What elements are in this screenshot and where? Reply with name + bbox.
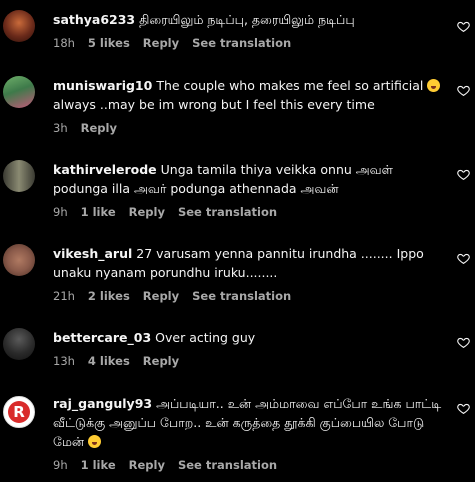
comment-content: திரையிலும் நடிப்பு, தரையிலும் நடிப்பு [139, 12, 355, 27]
comment-item: sathya6233 திரையிலும் நடிப்பு, தரையிலும் … [0, 0, 475, 60]
avatar[interactable] [3, 160, 35, 192]
comment-time: 9h [53, 205, 68, 219]
comment-time: 18h [53, 36, 75, 50]
like-count[interactable]: 5 likes [88, 36, 130, 50]
comment-username[interactable]: sathya6233 [53, 12, 135, 27]
reply-button[interactable]: Reply [129, 458, 165, 472]
comment-item: bettercare_03 Over acting guy 13h 4 likes R… [0, 324, 475, 380]
comment-item: kathirvelerode Unga tamila thiya veikka o… [0, 156, 475, 228]
comment-username[interactable]: kathirvelerode [53, 162, 157, 177]
comment-meta: 18h 5 likes Reply See translation [53, 36, 448, 50]
comment-time: 3h [53, 121, 68, 135]
comment-meta: 9h 1 like Reply See translation [53, 205, 448, 219]
comment-username[interactable]: vikesh_arul [53, 246, 132, 261]
comment-text: raj_ganguly93 அப்படியா.. உன் அம்மாவை எப்ப… [53, 394, 448, 451]
comment-time: 13h [53, 354, 75, 368]
comment-text: sathya6233 திரையிலும் நடிப்பு, தரையிலும் … [53, 10, 448, 29]
comment-username[interactable]: muniswarig10 [53, 78, 152, 93]
heart-outline-icon[interactable] [457, 168, 470, 181]
comment-time: 9h [53, 458, 68, 472]
comment-content: Over acting guy [155, 330, 256, 345]
comment-item: vikesh_arul 27 varusam yenna pannitu irun… [0, 240, 475, 312]
comment-username[interactable]: raj_ganguly93 [53, 396, 152, 411]
reply-button[interactable]: Reply [143, 354, 179, 368]
heart-outline-icon[interactable] [457, 20, 470, 33]
comment-text: bettercare_03 Over acting guy [53, 328, 448, 347]
comment-meta: 13h 4 likes Reply [53, 354, 448, 368]
comment-meta: 3h Reply [53, 121, 448, 135]
reply-button[interactable]: Reply [143, 289, 179, 303]
reply-button[interactable]: Reply [129, 205, 165, 219]
avatar[interactable] [3, 244, 35, 276]
avatar-letter: R [8, 401, 30, 423]
comment-body: muniswarig10 The couple who makes me feel… [53, 76, 448, 135]
comment-body: raj_ganguly93 அப்படியா.. உன் அம்மாவை எப்ப… [53, 394, 448, 472]
see-translation-button[interactable]: See translation [192, 36, 291, 50]
comment-text: vikesh_arul 27 varusam yenna pannitu irun… [53, 244, 448, 282]
avatar[interactable] [3, 76, 35, 108]
comment-meta: 21h 2 likes Reply See translation [53, 289, 448, 303]
comment-meta: 9h 1 like Reply See translation [53, 458, 448, 472]
see-translation-button[interactable]: See translation [178, 205, 277, 219]
comment-content-continued: always ..may be im wrong but I feel this… [53, 97, 375, 112]
reply-button[interactable]: Reply [143, 36, 179, 50]
comment-body: kathirvelerode Unga tamila thiya veikka o… [53, 160, 448, 219]
grinning-emoji-icon [88, 435, 102, 448]
avatar[interactable] [3, 10, 35, 42]
like-count[interactable]: 1 like [81, 458, 116, 472]
heart-outline-icon[interactable] [457, 84, 470, 97]
comment-item: muniswarig10 The couple who makes me feel… [0, 72, 475, 144]
avatar[interactable]: R [3, 396, 35, 428]
grinning-emoji-icon [427, 79, 441, 92]
comment-content: The couple who makes me feel so artifici… [156, 78, 424, 93]
like-count[interactable]: 1 like [81, 205, 116, 219]
comment-item: R raj_ganguly93 அப்படியா.. உன் அம்மாவை எப… [0, 392, 475, 482]
comment-text: kathirvelerode Unga tamila thiya veikka o… [53, 160, 448, 198]
like-count[interactable]: 2 likes [88, 289, 130, 303]
heart-outline-icon[interactable] [457, 402, 470, 415]
heart-outline-icon[interactable] [457, 336, 470, 349]
heart-outline-icon[interactable] [457, 252, 470, 265]
see-translation-button[interactable]: See translation [178, 458, 277, 472]
comment-body: sathya6233 திரையிலும் நடிப்பு, தரையிலும் … [53, 10, 448, 50]
see-translation-button[interactable]: See translation [192, 289, 291, 303]
reply-button[interactable]: Reply [81, 121, 117, 135]
comment-username[interactable]: bettercare_03 [53, 330, 151, 345]
comment-time: 21h [53, 289, 75, 303]
comment-body: vikesh_arul 27 varusam yenna pannitu irun… [53, 244, 448, 303]
avatar[interactable] [3, 328, 35, 360]
comment-body: bettercare_03 Over acting guy 13h 4 likes R… [53, 328, 448, 368]
comment-text: muniswarig10 The couple who makes me feel… [53, 76, 448, 114]
like-count[interactable]: 4 likes [88, 354, 130, 368]
